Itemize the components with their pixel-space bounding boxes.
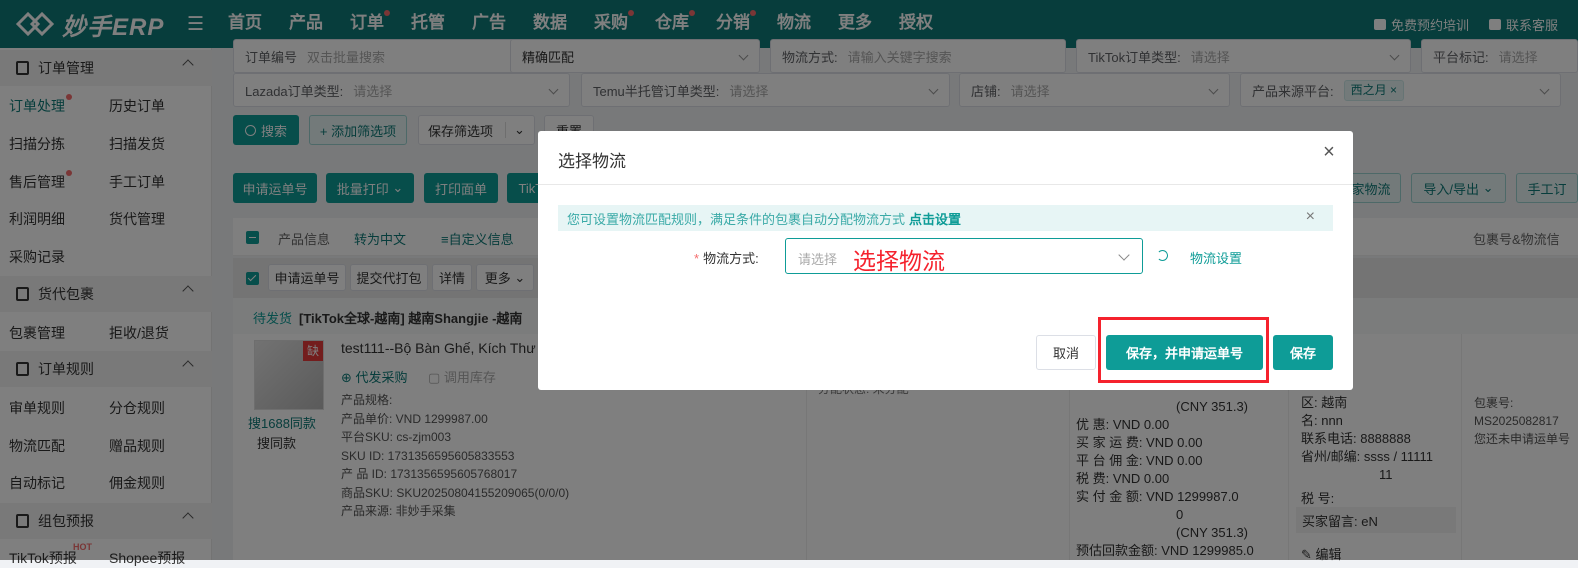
refresh-icon[interactable]	[1157, 250, 1168, 261]
save-button[interactable]: 保存	[1273, 335, 1333, 370]
logistics-settings-link[interactable]: 物流设置	[1190, 248, 1242, 267]
cancel-button[interactable]: 取消	[1036, 335, 1096, 370]
alert-text: 您可设置物流匹配规则，满足条件的包裹自动分配物流方式	[567, 211, 906, 227]
close-icon[interactable]: ×	[1319, 142, 1339, 163]
chevron-down-icon	[1118, 249, 1130, 261]
alert-settings-link[interactable]: 点击设置	[909, 209, 961, 228]
dialog-divider	[538, 184, 1353, 185]
logistics-field-label: * 物流方式:	[694, 248, 759, 267]
dialog-title: 选择物流	[558, 152, 626, 171]
logistics-select[interactable]: 请选择 选择物流	[785, 238, 1143, 274]
select-placeholder: 请选择	[798, 252, 838, 267]
annotation-text: 选择物流	[853, 248, 945, 274]
info-alert: 您可设置物流匹配规则，满足条件的包裹自动分配物流方式 点击设置 ×	[558, 205, 1333, 231]
highlight-box	[1098, 317, 1269, 383]
select-logistics-dialog: 选择物流 × 您可设置物流匹配规则，满足条件的包裹自动分配物流方式 点击设置 ×…	[538, 131, 1353, 390]
alert-close-icon[interactable]: ×	[1306, 208, 1315, 226]
required-mark: *	[694, 251, 700, 266]
field-label-text: 物流方式:	[703, 251, 759, 266]
